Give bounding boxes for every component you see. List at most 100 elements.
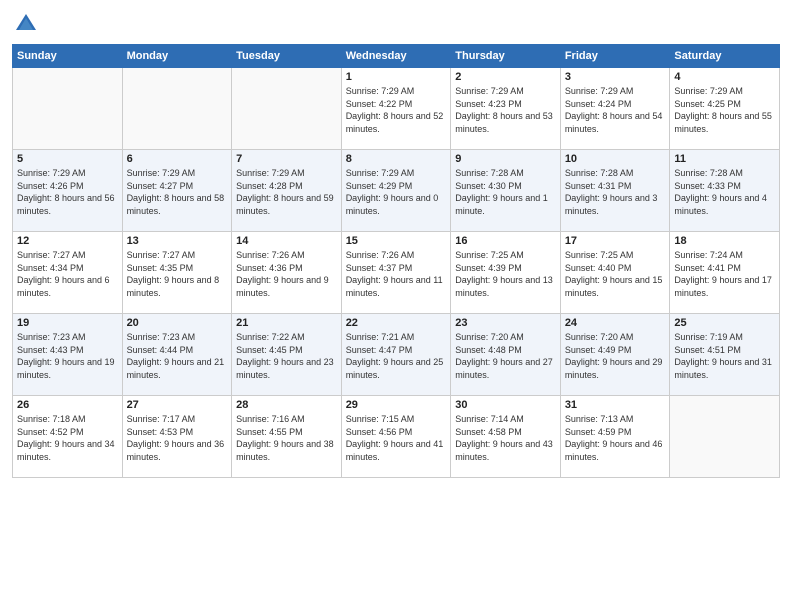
day-info: Sunrise: 7:29 AM Sunset: 4:26 PM Dayligh… [17,167,118,217]
day-info: Sunrise: 7:28 AM Sunset: 4:31 PM Dayligh… [565,167,666,217]
day-info: Sunrise: 7:18 AM Sunset: 4:52 PM Dayligh… [17,413,118,463]
day-number: 9 [455,153,556,165]
calendar-cell [232,68,342,150]
day-number: 1 [346,71,447,83]
day-info: Sunrise: 7:29 AM Sunset: 4:23 PM Dayligh… [455,85,556,135]
day-info: Sunrise: 7:29 AM Sunset: 4:24 PM Dayligh… [565,85,666,135]
calendar-cell: 11 Sunrise: 7:28 AM Sunset: 4:33 PM Dayli… [670,150,780,232]
day-info: Sunrise: 7:26 AM Sunset: 4:37 PM Dayligh… [346,249,447,299]
calendar-cell: 10 Sunrise: 7:28 AM Sunset: 4:31 PM Dayli… [560,150,670,232]
day-number: 3 [565,71,666,83]
calendar-cell: 4 Sunrise: 7:29 AM Sunset: 4:25 PM Daylig… [670,68,780,150]
calendar-cell: 31 Sunrise: 7:13 AM Sunset: 4:59 PM Dayli… [560,396,670,478]
day-info: Sunrise: 7:13 AM Sunset: 4:59 PM Dayligh… [565,413,666,463]
calendar-cell: 25 Sunrise: 7:19 AM Sunset: 4:51 PM Dayli… [670,314,780,396]
day-number: 27 [127,399,228,411]
header [12,10,780,38]
calendar-cell: 5 Sunrise: 7:29 AM Sunset: 4:26 PM Daylig… [13,150,123,232]
weekday-header-monday: Monday [122,45,232,68]
day-info: Sunrise: 7:29 AM Sunset: 4:27 PM Dayligh… [127,167,228,217]
day-info: Sunrise: 7:19 AM Sunset: 4:51 PM Dayligh… [674,331,775,381]
day-info: Sunrise: 7:28 AM Sunset: 4:33 PM Dayligh… [674,167,775,217]
day-number: 29 [346,399,447,411]
day-info: Sunrise: 7:17 AM Sunset: 4:53 PM Dayligh… [127,413,228,463]
calendar-cell: 8 Sunrise: 7:29 AM Sunset: 4:29 PM Daylig… [341,150,451,232]
day-info: Sunrise: 7:16 AM Sunset: 4:55 PM Dayligh… [236,413,337,463]
day-number: 11 [674,153,775,165]
day-number: 19 [17,317,118,329]
weekday-header-friday: Friday [560,45,670,68]
weekday-header-row: SundayMondayTuesdayWednesdayThursdayFrid… [13,45,780,68]
calendar-cell: 26 Sunrise: 7:18 AM Sunset: 4:52 PM Dayli… [13,396,123,478]
calendar-cell: 30Sunrise: 7:14 AM Sunset: 4:58 PM Dayli… [451,396,561,478]
calendar-cell [670,396,780,478]
calendar-cell: 6 Sunrise: 7:29 AM Sunset: 4:27 PM Daylig… [122,150,232,232]
day-number: 10 [565,153,666,165]
calendar-cell: 28 Sunrise: 7:16 AM Sunset: 4:55 PM Dayli… [232,396,342,478]
day-info: Sunrise: 7:15 AM Sunset: 4:56 PM Dayligh… [346,413,447,463]
day-number: 20 [127,317,228,329]
day-number: 23 [455,317,556,329]
calendar-cell: 18 Sunrise: 7:24 AM Sunset: 4:41 PM Dayli… [670,232,780,314]
day-number: 8 [346,153,447,165]
day-number: 28 [236,399,337,411]
calendar-cell: 1 Sunrise: 7:29 AM Sunset: 4:22 PM Daylig… [341,68,451,150]
calendar-cell [13,68,123,150]
day-info: Sunrise: 7:26 AM Sunset: 4:36 PM Dayligh… [236,249,337,299]
week-row-1: 1 Sunrise: 7:29 AM Sunset: 4:22 PM Daylig… [13,68,780,150]
day-number: 30 [455,399,556,411]
calendar-cell [122,68,232,150]
day-number: 25 [674,317,775,329]
day-number: 26 [17,399,118,411]
calendar-cell: 9 Sunrise: 7:28 AM Sunset: 4:30 PM Daylig… [451,150,561,232]
day-number: 13 [127,235,228,247]
day-number: 17 [565,235,666,247]
calendar-cell: 7 Sunrise: 7:29 AM Sunset: 4:28 PM Daylig… [232,150,342,232]
weekday-header-saturday: Saturday [670,45,780,68]
day-info: Sunrise: 7:24 AM Sunset: 4:41 PM Dayligh… [674,249,775,299]
calendar-cell: 20 Sunrise: 7:23 AM Sunset: 4:44 PM Dayli… [122,314,232,396]
week-row-3: 12Sunrise: 7:27 AM Sunset: 4:34 PM Dayli… [13,232,780,314]
day-info: Sunrise: 7:29 AM Sunset: 4:22 PM Dayligh… [346,85,447,135]
week-row-5: 26 Sunrise: 7:18 AM Sunset: 4:52 PM Dayli… [13,396,780,478]
day-number: 4 [674,71,775,83]
calendar-cell: 12Sunrise: 7:27 AM Sunset: 4:34 PM Dayli… [13,232,123,314]
day-number: 12 [17,235,118,247]
day-info: Sunrise: 7:29 AM Sunset: 4:25 PM Dayligh… [674,85,775,135]
day-info: Sunrise: 7:28 AM Sunset: 4:30 PM Dayligh… [455,167,556,217]
week-row-2: 5 Sunrise: 7:29 AM Sunset: 4:26 PM Daylig… [13,150,780,232]
day-info: Sunrise: 7:25 AM Sunset: 4:39 PM Dayligh… [455,249,556,299]
calendar-cell: 21 Sunrise: 7:22 AM Sunset: 4:45 PM Dayli… [232,314,342,396]
calendar-cell: 17 Sunrise: 7:25 AM Sunset: 4:40 PM Dayli… [560,232,670,314]
calendar-cell: 29 Sunrise: 7:15 AM Sunset: 4:56 PM Dayli… [341,396,451,478]
day-info: Sunrise: 7:22 AM Sunset: 4:45 PM Dayligh… [236,331,337,381]
weekday-header-wednesday: Wednesday [341,45,451,68]
day-info: Sunrise: 7:23 AM Sunset: 4:44 PM Dayligh… [127,331,228,381]
logo [12,10,44,38]
calendar-cell: 15 Sunrise: 7:26 AM Sunset: 4:37 PM Dayli… [341,232,451,314]
day-number: 18 [674,235,775,247]
day-info: Sunrise: 7:29 AM Sunset: 4:29 PM Dayligh… [346,167,447,217]
logo-icon [12,10,40,38]
calendar-cell: 16 Sunrise: 7:25 AM Sunset: 4:39 PM Dayli… [451,232,561,314]
day-number: 15 [346,235,447,247]
weekday-header-sunday: Sunday [13,45,123,68]
calendar-cell: 2 Sunrise: 7:29 AM Sunset: 4:23 PM Daylig… [451,68,561,150]
day-number: 7 [236,153,337,165]
week-row-4: 19Sunrise: 7:23 AM Sunset: 4:43 PM Dayli… [13,314,780,396]
day-info: Sunrise: 7:27 AM Sunset: 4:35 PM Dayligh… [127,249,228,299]
day-number: 6 [127,153,228,165]
calendar-cell: 23Sunrise: 7:20 AM Sunset: 4:48 PM Dayli… [451,314,561,396]
calendar-cell: 3 Sunrise: 7:29 AM Sunset: 4:24 PM Daylig… [560,68,670,150]
day-info: Sunrise: 7:25 AM Sunset: 4:40 PM Dayligh… [565,249,666,299]
calendar-cell: 24Sunrise: 7:20 AM Sunset: 4:49 PM Dayli… [560,314,670,396]
day-number: 2 [455,71,556,83]
calendar-cell: 27 Sunrise: 7:17 AM Sunset: 4:53 PM Dayli… [122,396,232,478]
day-number: 5 [17,153,118,165]
day-info: Sunrise: 7:29 AM Sunset: 4:28 PM Dayligh… [236,167,337,217]
day-number: 16 [455,235,556,247]
day-number: 21 [236,317,337,329]
calendar-cell: 22Sunrise: 7:21 AM Sunset: 4:47 PM Dayli… [341,314,451,396]
day-number: 31 [565,399,666,411]
day-number: 24 [565,317,666,329]
